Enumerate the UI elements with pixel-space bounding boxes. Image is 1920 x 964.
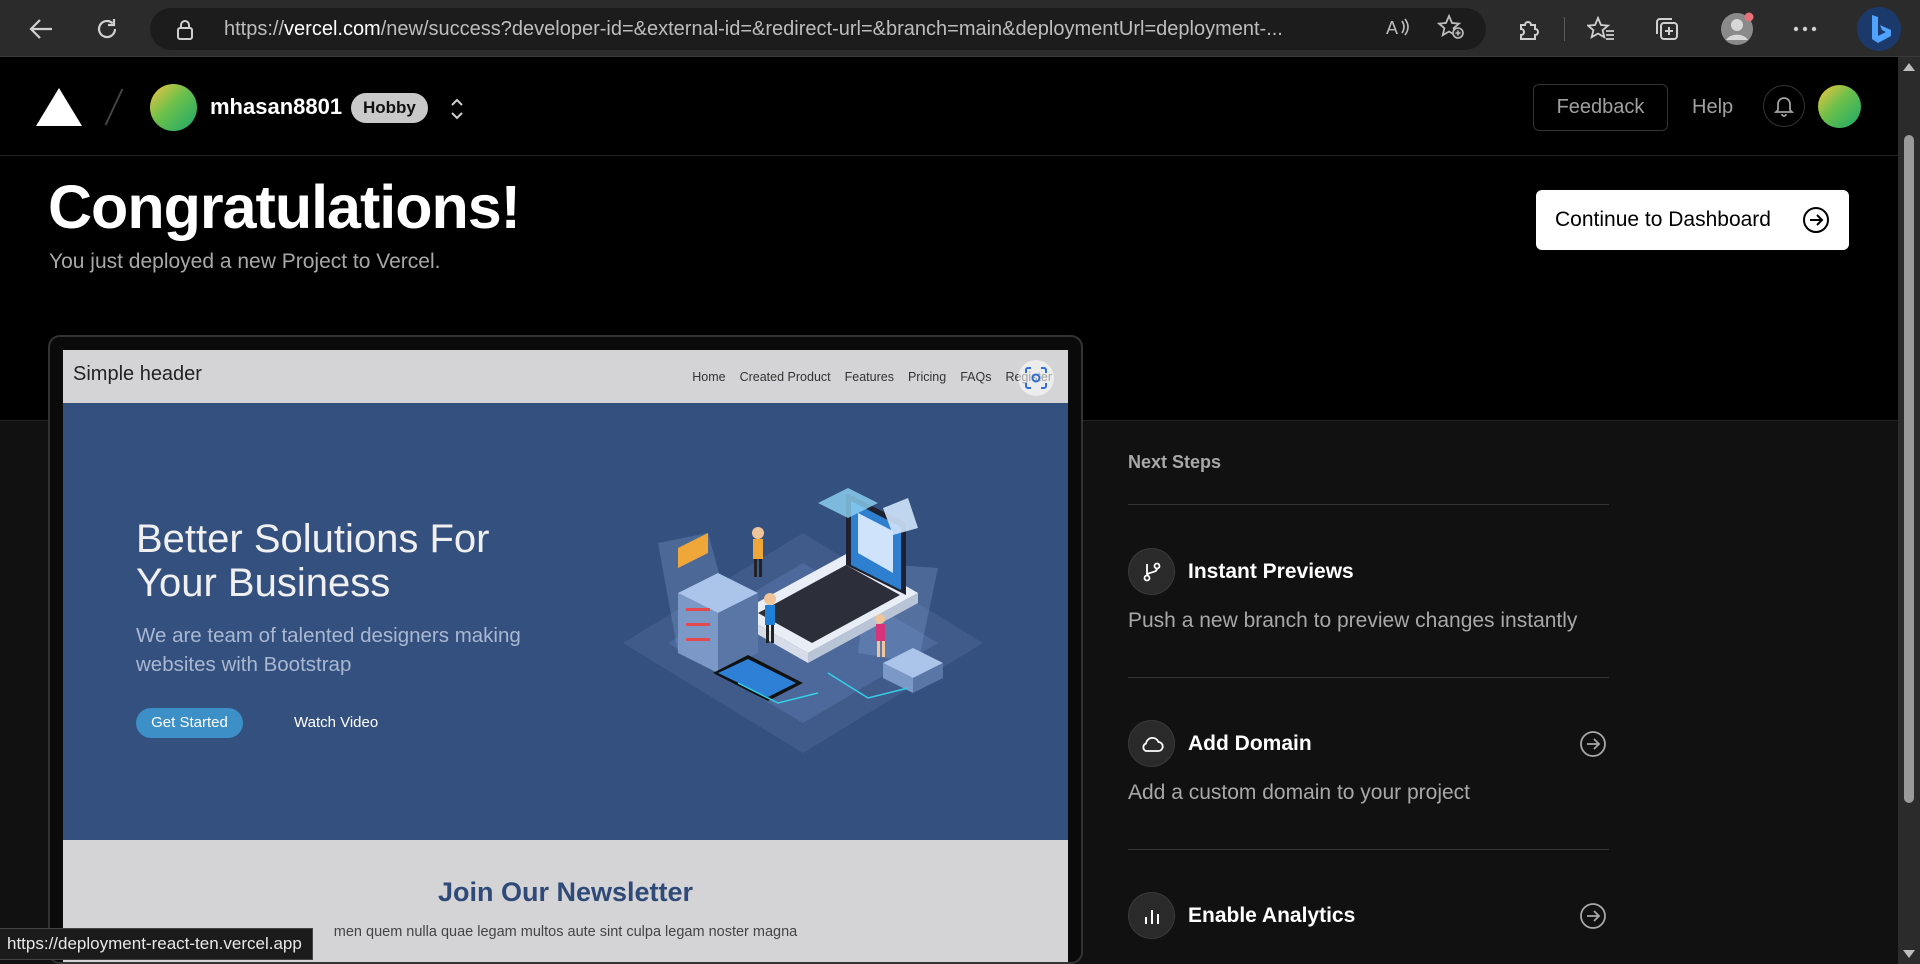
breadcrumb-separator — [104, 88, 124, 126]
next-steps-panel: Next Steps Instant Previews Push a new b… — [1128, 452, 1609, 939]
toolbar-separator — [1564, 17, 1565, 41]
refresh-button[interactable] — [88, 10, 126, 48]
preview-nav-item: Features — [844, 370, 894, 384]
page-scrollbar[interactable] — [1898, 57, 1920, 964]
deployment-preview-card[interactable]: Simple header Home Created Product Featu… — [48, 335, 1083, 964]
preview-nav-item: Created Product — [739, 370, 831, 384]
preview-site-header: Simple header Home Created Product Featu… — [63, 350, 1068, 403]
back-arrow-icon — [29, 19, 52, 39]
preview-nav-item: FAQs — [960, 370, 992, 384]
collections-icon[interactable] — [1648, 10, 1686, 48]
next-step-instant-previews[interactable]: Instant Previews Push a new branch to pr… — [1128, 548, 1609, 688]
arrow-right-circle-icon[interactable] — [1579, 902, 1607, 935]
next-step-description: Add a custom domain to your project — [1128, 781, 1471, 804]
favorites-icon[interactable] — [1582, 10, 1620, 48]
scroll-up-arrow-icon[interactable] — [1903, 63, 1915, 71]
preview-hero-text: We are team of talented designers making… — [136, 624, 521, 676]
more-menu-icon[interactable] — [1786, 10, 1824, 48]
user-avatar[interactable] — [1818, 85, 1861, 128]
feedback-button[interactable]: Feedback — [1533, 84, 1668, 131]
screenshot-camera-icon[interactable] — [1018, 360, 1054, 396]
extensions-icon[interactable] — [1510, 10, 1548, 48]
refresh-icon — [97, 19, 117, 39]
page-title: Congratulations! — [48, 173, 521, 241]
preview-get-started-button: Get Started — [136, 708, 243, 738]
next-steps-title: Next Steps — [1128, 452, 1222, 472]
page-subtitle: You just deployed a new Project to Verce… — [49, 250, 441, 273]
url-text: https://vercel.com/new/success?developer… — [224, 18, 1283, 40]
continue-to-dashboard-button[interactable]: Continue to Dashboard — [1536, 190, 1849, 250]
bar-chart-icon — [1128, 892, 1175, 939]
continue-button-label: Continue to Dashboard — [1555, 208, 1771, 231]
preview-nav-item: Home — [692, 370, 726, 384]
arrow-right-circle-icon — [1802, 206, 1830, 240]
preview-site-hero: Better Solutions For Your Business We ar… — [63, 403, 1068, 840]
next-step-label: Instant Previews — [1188, 560, 1354, 583]
plan-badge: Hobby — [351, 93, 428, 123]
deployment-screenshot[interactable]: Simple header Home Created Product Featu… — [63, 350, 1068, 962]
address-bar[interactable]: https://vercel.com/new/success?developer… — [150, 8, 1486, 50]
preview-watch-video-link: Watch Video — [294, 714, 379, 731]
app-header: mhasan8801 Hobby Feedback Help — [0, 57, 1898, 156]
divider — [1128, 677, 1609, 678]
profile-icon[interactable] — [1718, 10, 1756, 48]
arrow-right-circle-icon[interactable] — [1579, 730, 1607, 763]
preview-nav-item: Pricing — [907, 370, 947, 384]
add-favorite-icon[interactable] — [1437, 14, 1465, 40]
vercel-logo-icon[interactable] — [36, 88, 82, 126]
bing-copilot-icon[interactable] — [1856, 6, 1902, 52]
lock-icon — [176, 19, 194, 46]
link-status-bar: https://deployment-react-ten.vercel.app — [0, 928, 313, 960]
next-step-enable-analytics[interactable]: Enable Analytics — [1128, 892, 1609, 952]
next-step-label: Enable Analytics — [1188, 904, 1356, 927]
git-branch-icon — [1128, 548, 1175, 595]
next-step-add-domain[interactable]: Add Domain Add a custom domain to your p… — [1128, 720, 1609, 860]
team-switcher-chevrons-icon[interactable] — [446, 95, 468, 123]
svg-text:A: A — [1386, 18, 1398, 38]
bell-icon — [1774, 97, 1794, 117]
next-step-label: Add Domain — [1188, 732, 1312, 755]
preview-hero-title: Better Solutions For Your Business — [136, 517, 490, 605]
help-link[interactable]: Help — [1692, 96, 1733, 119]
scroll-down-arrow-icon[interactable] — [1903, 950, 1915, 958]
browser-toolbar: https://vercel.com/new/success?developer… — [0, 0, 1920, 57]
notifications-button[interactable] — [1763, 85, 1805, 127]
divider — [1128, 849, 1609, 850]
scroll-thumb[interactable] — [1904, 135, 1914, 803]
back-button[interactable] — [22, 10, 60, 48]
preview-site-brand: Simple header — [73, 363, 202, 385]
team-avatar[interactable] — [150, 84, 197, 131]
next-step-description: Push a new branch to preview changes ins… — [1128, 609, 1578, 632]
cloud-icon — [1128, 720, 1175, 767]
isometric-tech-illustration — [623, 488, 983, 753]
team-name[interactable]: mhasan8801 — [210, 94, 342, 120]
divider — [1128, 504, 1609, 505]
read-aloud-icon[interactable]: A — [1384, 14, 1412, 40]
preview-newsletter-title: Join Our Newsletter — [437, 877, 694, 907]
preview-site-nav: Home Created Product Features Pricing FA… — [692, 370, 1052, 384]
